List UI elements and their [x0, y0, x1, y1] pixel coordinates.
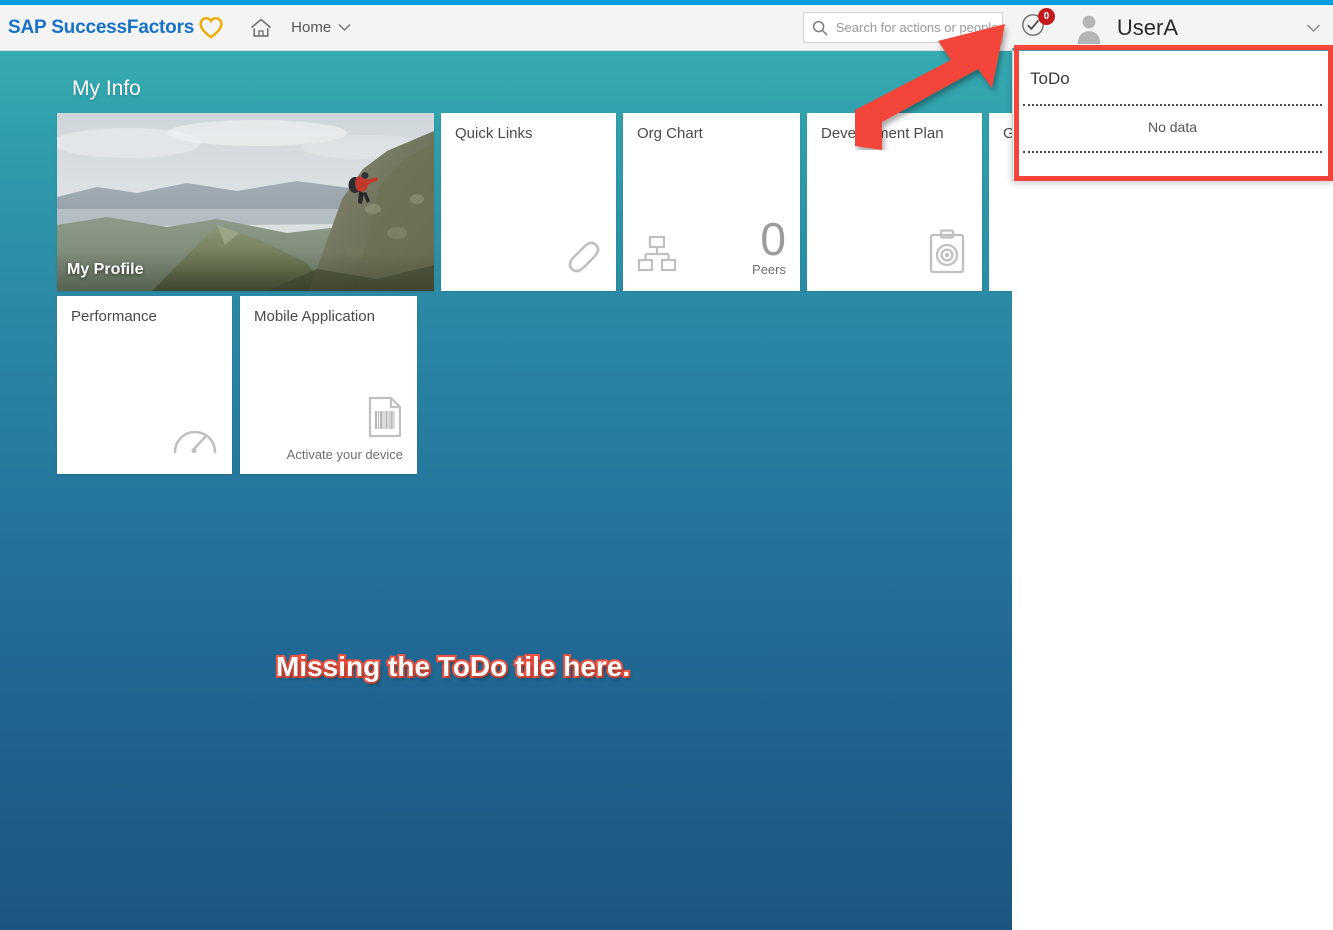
header-right-group: 0 UserA: [802, 5, 1333, 51]
brand-name: SAP SuccessFactors: [8, 16, 195, 38]
chain-link-icon: [556, 229, 602, 275]
home-canvas: My Info My Profile Quick Links Org Chart…: [0, 51, 1012, 930]
tile-title-quick-links: Quick Links: [455, 125, 533, 142]
todo-popup-panel: ToDo No data: [1012, 48, 1333, 180]
nav-home-label: Home: [291, 19, 332, 36]
speedometer-gauge-icon: [172, 424, 218, 458]
todo-popup-divider-top: [1023, 104, 1322, 106]
tile-title-org-chart: Org Chart: [637, 125, 703, 142]
heart-icon: [199, 16, 223, 39]
tile-title-development-plan: Development Plan: [821, 125, 944, 142]
tile-title-mobile-application: Mobile Application: [254, 308, 375, 325]
todo-popup-title: ToDo: [1030, 69, 1070, 88]
search-input[interactable]: [833, 19, 1003, 36]
user-menu-chevron-down-icon[interactable]: [1306, 23, 1321, 33]
org-hierarchy-icon: [637, 235, 677, 273]
user-menu[interactable]: UserA: [1073, 12, 1178, 44]
clipboard-target-icon: [926, 229, 968, 275]
user-avatar-icon: [1073, 12, 1105, 44]
tile-quick-links[interactable]: Quick Links: [441, 113, 616, 291]
todo-popup-divider-bottom: [1023, 151, 1322, 153]
search-icon: [812, 20, 828, 36]
tile-goals[interactable]: G: [989, 113, 1012, 291]
tile-title-my-profile: My Profile: [57, 251, 434, 291]
home-icon[interactable]: [249, 17, 273, 39]
mobile-activate-caption: Activate your device: [286, 447, 403, 462]
page-right-gutter: [1012, 51, 1333, 930]
app-header: SAP SuccessFactors Home Search for actio…: [0, 5, 1333, 51]
tile-title-performance: Performance: [71, 308, 157, 325]
brand-logo[interactable]: SAP SuccessFactors: [8, 16, 223, 39]
page-title: My Info: [72, 77, 141, 100]
search-box[interactable]: [802, 12, 1003, 43]
tile-development-plan[interactable]: Development Plan: [807, 113, 982, 291]
tile-performance[interactable]: Performance: [57, 296, 232, 474]
barcode-document-icon: [367, 396, 403, 438]
org-chart-peers-stat: 0 Peers: [752, 213, 786, 277]
chevron-down-icon: [338, 23, 351, 32]
todo-popup-empty-message: No data: [1147, 119, 1198, 135]
nav-home-menu[interactable]: Home: [291, 19, 351, 36]
user-name-label: UserA: [1116, 14, 1178, 40]
tile-mobile-application[interactable]: Mobile Application Activate your device: [240, 296, 417, 474]
org-chart-peers-value: 0: [760, 213, 786, 265]
annotation-callout-text: Missing the ToDo tile here.: [274, 649, 632, 684]
org-chart-peers-label: Peers: [752, 262, 786, 277]
tile-title-goals: G: [1003, 125, 1012, 142]
tile-org-chart[interactable]: Org Chart 0 Peers: [623, 113, 800, 291]
todo-badge-count: 0: [1037, 7, 1055, 25]
todo-button[interactable]: 0: [1019, 7, 1055, 42]
tile-my-profile[interactable]: My Profile: [57, 113, 434, 291]
